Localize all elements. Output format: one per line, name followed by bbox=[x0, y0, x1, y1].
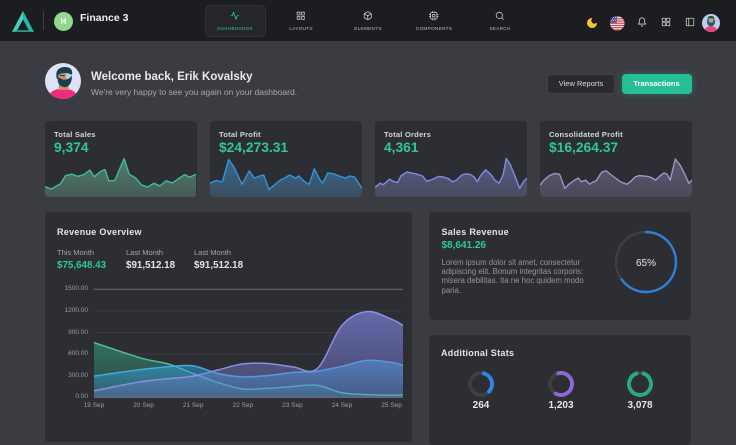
svg-text:65%: 65% bbox=[636, 258, 656, 269]
